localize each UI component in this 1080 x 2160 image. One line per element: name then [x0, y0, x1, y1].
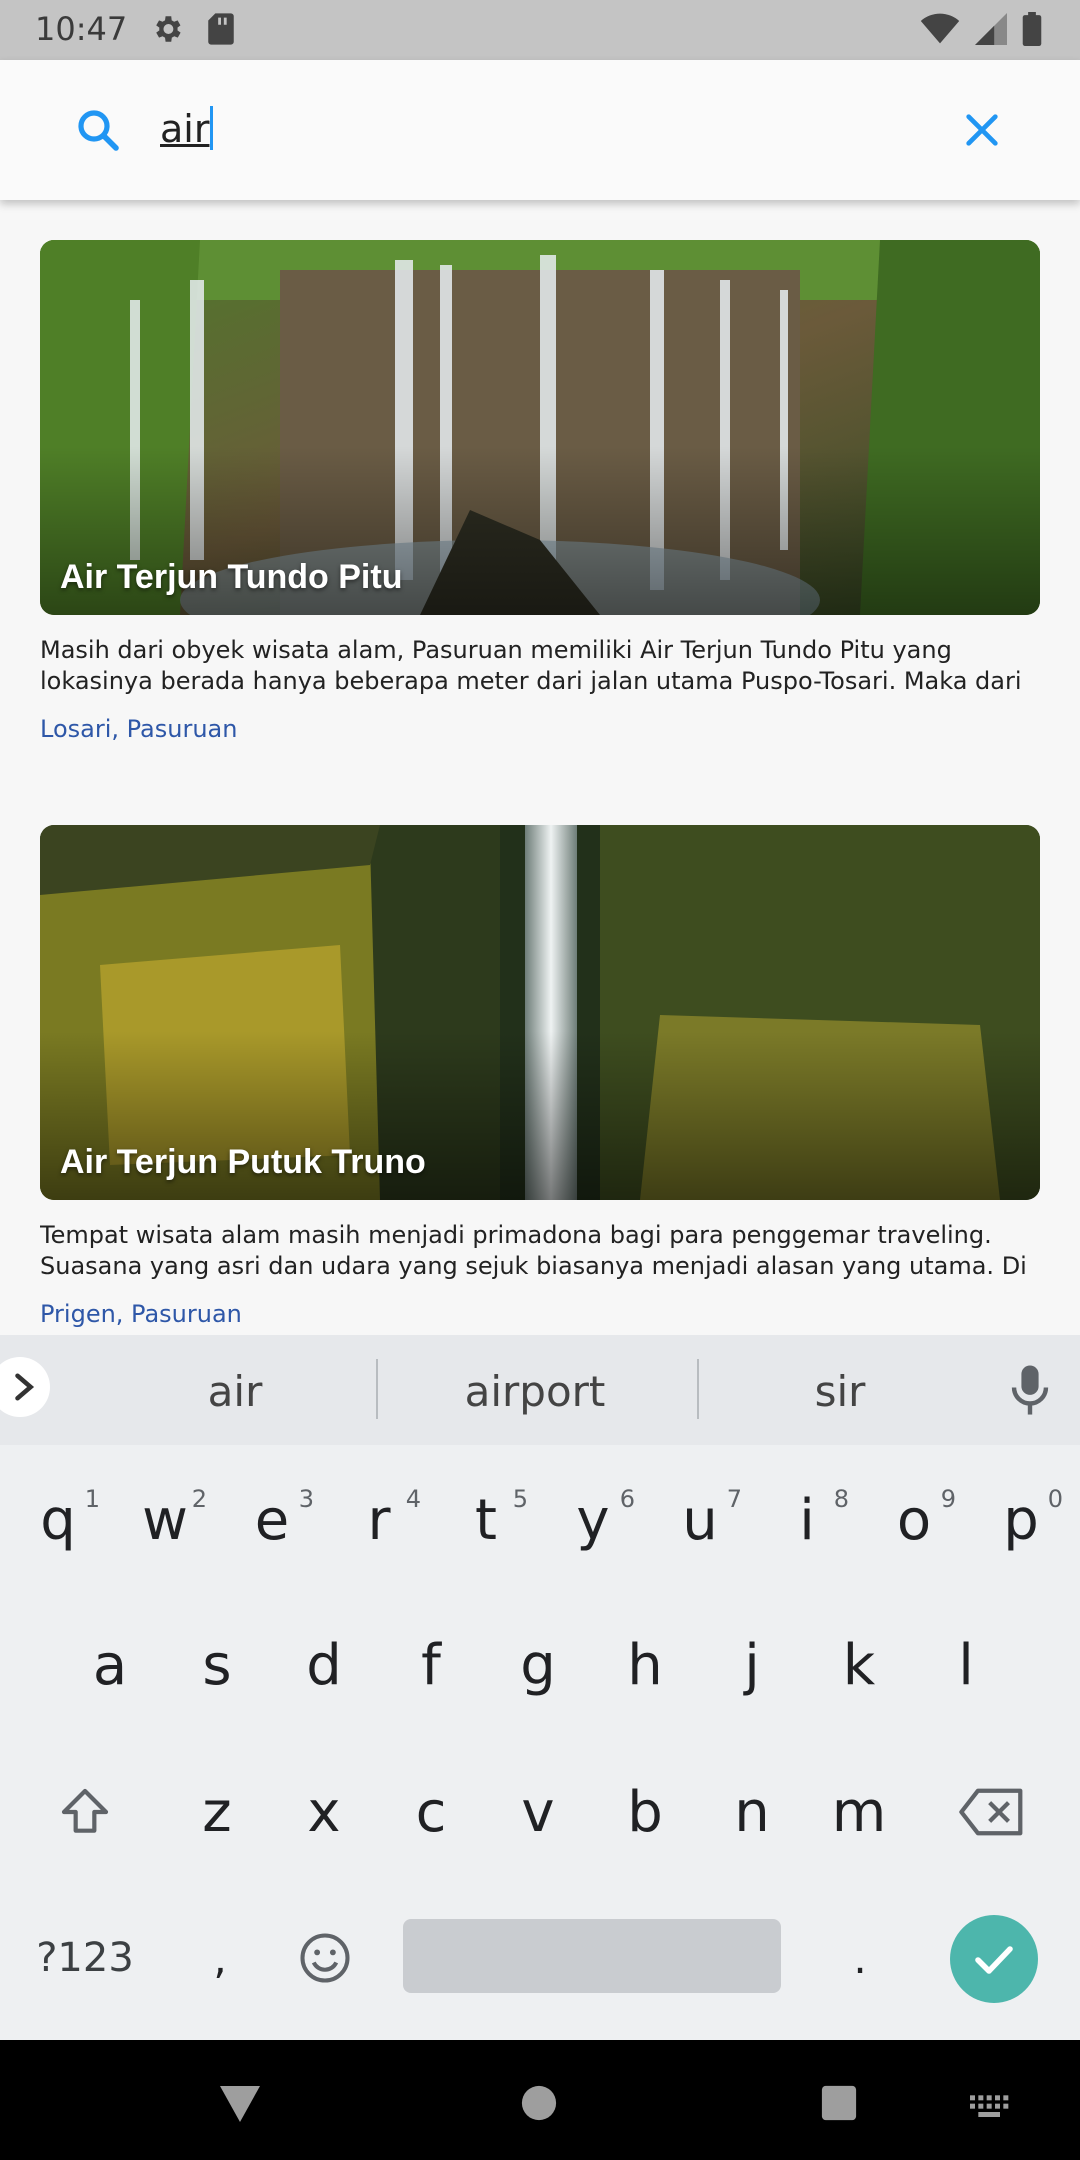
key-l[interactable]: l [916, 1610, 1016, 1720]
battery-icon [1022, 12, 1042, 46]
key-k[interactable]: k [809, 1610, 909, 1720]
key-u[interactable]: u7 [650, 1465, 750, 1575]
key-y[interactable]: y6 [543, 1465, 643, 1575]
sd-card-icon [208, 13, 234, 45]
result-card[interactable]: Air Terjun Putuk Truno Tempat wisata ala… [40, 825, 1040, 1328]
key-j[interactable]: j [702, 1610, 802, 1720]
wifi-icon [920, 13, 960, 44]
key-b[interactable]: b [595, 1757, 695, 1867]
key-p[interactable]: p0 [971, 1465, 1071, 1575]
emoji-icon [300, 1933, 350, 1983]
signal-icon [975, 13, 1007, 45]
enter-key[interactable] [950, 1915, 1038, 2003]
backspace-icon [959, 1788, 1023, 1836]
search-bar: air [0, 60, 1080, 200]
result-description: Masih dari obyek wisata alam, Pasuruan m… [40, 636, 1022, 695]
soft-keyboard: air airport sir q1 w2 e3 r4 t5 y6 u7 i8 … [0, 1335, 1080, 2040]
key-s[interactable]: s [167, 1610, 267, 1720]
suggestion-divider [376, 1359, 378, 1419]
key-c[interactable]: c [381, 1757, 481, 1867]
status-time: 10:47 [35, 10, 128, 48]
symbols-key[interactable]: ?123 [20, 1903, 150, 2013]
results-list: Air Terjun Tundo Pitu Masih dari obyek w… [0, 200, 1080, 1335]
back-icon[interactable] [218, 2084, 262, 2124]
key-w[interactable]: w2 [115, 1465, 215, 1575]
mic-icon[interactable] [1010, 1363, 1050, 1417]
key-i[interactable]: i8 [757, 1465, 857, 1575]
backspace-key[interactable] [942, 1757, 1042, 1867]
emoji-key[interactable] [275, 1903, 375, 2013]
suggestion-1[interactable]: air [140, 1367, 330, 1416]
status-bar: 10:47 [0, 0, 1080, 60]
key-t[interactable]: t5 [436, 1465, 536, 1575]
recents-icon[interactable] [820, 2084, 858, 2122]
suggestion-strip: air airport sir [0, 1335, 1080, 1445]
clear-search-button[interactable] [952, 100, 1012, 160]
suggestion-expand-button[interactable] [0, 1357, 50, 1417]
key-n[interactable]: n [702, 1757, 802, 1867]
close-icon [966, 114, 998, 146]
search-input[interactable]: air [160, 106, 214, 151]
chevron-right-icon [15, 1373, 35, 1401]
result-image: Air Terjun Putuk Truno [40, 825, 1040, 1200]
result-location: Losari, Pasuruan [40, 715, 238, 743]
text-caret [210, 106, 214, 150]
key-x[interactable]: x [274, 1757, 374, 1867]
check-icon [975, 1946, 1013, 1974]
result-title: Air Terjun Putuk Truno [60, 1143, 426, 1181]
key-v[interactable]: v [488, 1757, 588, 1867]
keyboard-icon[interactable] [970, 2094, 1010, 2120]
key-z[interactable]: z [167, 1757, 267, 1867]
navigation-bar [0, 2040, 1080, 2160]
result-card[interactable]: Air Terjun Tundo Pitu Masih dari obyek w… [40, 240, 1040, 743]
result-location: Prigen, Pasuruan [40, 1300, 242, 1328]
period-key[interactable]: . [810, 1903, 910, 2013]
home-icon[interactable] [520, 2084, 558, 2122]
suggestion-divider [697, 1359, 699, 1419]
shift-icon [61, 1788, 109, 1833]
key-e[interactable]: e3 [222, 1465, 322, 1575]
key-q[interactable]: q1 [8, 1465, 108, 1575]
result-image: Air Terjun Tundo Pitu [40, 240, 1040, 615]
key-h[interactable]: h [595, 1610, 695, 1720]
key-g[interactable]: g [488, 1610, 588, 1720]
suggestion-2[interactable]: airport [420, 1367, 650, 1416]
comma-key[interactable]: , [170, 1903, 270, 2013]
settings-icon [156, 16, 181, 42]
search-icon [78, 110, 119, 151]
suggestion-3[interactable]: sir [740, 1367, 940, 1416]
key-o[interactable]: o9 [864, 1465, 964, 1575]
key-m[interactable]: m [809, 1757, 909, 1867]
key-r[interactable]: r4 [329, 1465, 429, 1575]
key-f[interactable]: f [381, 1610, 481, 1720]
result-description: Tempat wisata alam masih menjadi primado… [40, 1221, 1027, 1280]
result-title: Air Terjun Tundo Pitu [60, 558, 403, 596]
key-d[interactable]: d [274, 1610, 374, 1720]
shift-key[interactable] [35, 1757, 135, 1867]
search-query: air [160, 107, 210, 151]
space-key[interactable] [403, 1919, 781, 1993]
key-a[interactable]: a [60, 1610, 160, 1720]
